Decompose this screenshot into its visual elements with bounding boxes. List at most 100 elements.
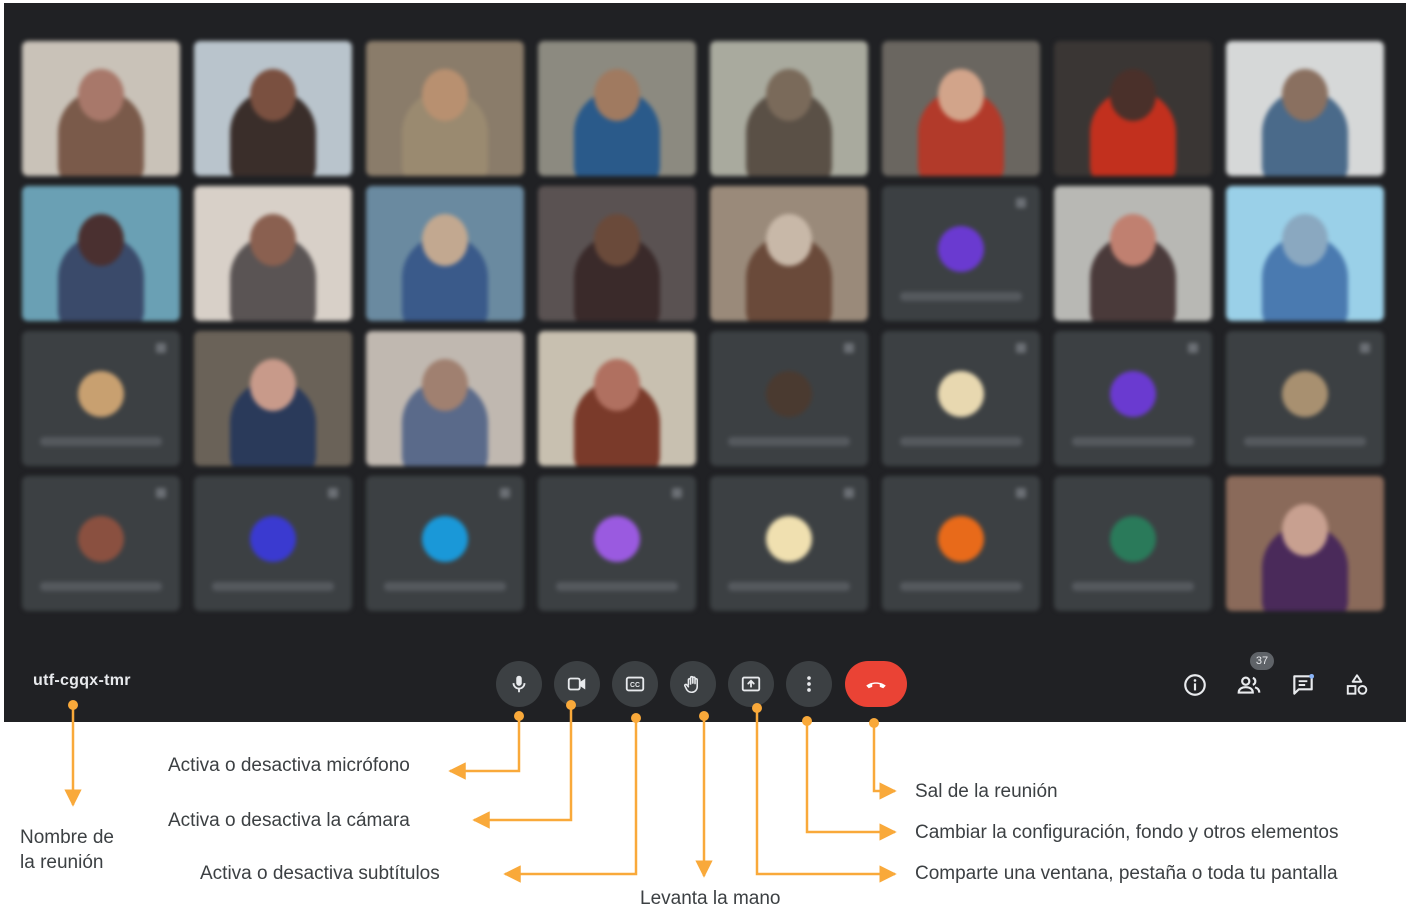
tile-options-icon[interactable]	[1016, 198, 1026, 208]
present-screen-icon	[741, 676, 761, 692]
participant-face	[1282, 69, 1328, 121]
participant-avatar	[250, 516, 296, 562]
participant-avatar	[78, 371, 124, 417]
participant-avatar	[1110, 516, 1156, 562]
participant-tile[interactable]	[22, 331, 180, 466]
captions-button[interactable]: CC	[612, 661, 658, 707]
participant-tile[interactable]	[366, 41, 524, 176]
participant-tile[interactable]	[194, 41, 352, 176]
participant-face	[766, 69, 812, 121]
participant-tile[interactable]	[538, 476, 696, 611]
participant-tile[interactable]	[1226, 476, 1384, 611]
participant-avatar	[1282, 371, 1328, 417]
annotation-leave: Sal de la reunión	[915, 781, 1058, 802]
video-grid	[22, 41, 1392, 621]
tile-options-icon[interactable]	[844, 343, 854, 353]
info-icon	[1184, 674, 1206, 696]
participant-tile[interactable]	[710, 331, 868, 466]
participant-avatar	[938, 371, 984, 417]
participant-tile[interactable]	[1054, 186, 1212, 321]
participant-tile[interactable]	[22, 41, 180, 176]
leave-call-button[interactable]	[845, 661, 907, 707]
annotation-captions: Activa o desactiva subtítulos	[200, 863, 440, 884]
participant-tile[interactable]	[538, 186, 696, 321]
tile-options-icon[interactable]	[844, 488, 854, 498]
participant-name-blurred	[40, 437, 162, 446]
meeting-details-button[interactable]	[1181, 671, 1209, 699]
participant-tile[interactable]	[194, 331, 352, 466]
annotation-raise-hand: Levanta la mano	[640, 888, 781, 909]
participant-tile[interactable]	[194, 186, 352, 321]
participant-tile[interactable]	[1226, 331, 1384, 466]
participant-face	[1282, 214, 1328, 266]
annotation-present: Comparte una ventana, pestaña o toda tu …	[915, 863, 1338, 884]
raise-hand-button[interactable]	[670, 661, 716, 707]
annotation-microphone: Activa o desactiva micrófono	[168, 755, 410, 776]
participant-name-blurred	[556, 582, 678, 591]
camera-button[interactable]	[554, 661, 600, 707]
tile-options-icon[interactable]	[1188, 343, 1198, 353]
participant-avatar	[422, 516, 468, 562]
participant-tile[interactable]	[882, 41, 1040, 176]
participants-button[interactable]	[1235, 671, 1263, 699]
present-screen-button[interactable]	[728, 661, 774, 707]
participant-face	[766, 214, 812, 266]
participant-face	[422, 69, 468, 121]
participant-name-blurred	[1072, 437, 1194, 446]
participant-tile[interactable]	[1226, 186, 1384, 321]
participant-tile[interactable]	[538, 41, 696, 176]
participant-avatar	[938, 516, 984, 562]
more-options-button[interactable]	[786, 661, 832, 707]
participant-name-blurred	[900, 582, 1022, 591]
participant-tile[interactable]	[1226, 41, 1384, 176]
participant-tile[interactable]	[366, 476, 524, 611]
participant-tile[interactable]	[22, 476, 180, 611]
tile-options-icon[interactable]	[156, 343, 166, 353]
more-vert-icon	[807, 676, 811, 692]
tile-options-icon[interactable]	[1360, 343, 1370, 353]
microphone-icon	[512, 675, 526, 693]
tile-options-icon[interactable]	[500, 488, 510, 498]
participant-tile[interactable]	[1054, 331, 1212, 466]
participant-tile[interactable]	[710, 41, 868, 176]
participant-name-blurred	[1244, 437, 1366, 446]
people-icon	[1237, 676, 1261, 694]
tile-options-icon[interactable]	[156, 488, 166, 498]
participant-tile[interactable]	[882, 331, 1040, 466]
participant-name-blurred	[40, 582, 162, 591]
tile-options-icon[interactable]	[328, 488, 338, 498]
participant-tile[interactable]	[22, 186, 180, 321]
participant-tile[interactable]	[538, 331, 696, 466]
participant-name-blurred	[728, 437, 850, 446]
tile-options-icon[interactable]	[1016, 343, 1026, 353]
video-camera-icon	[567, 677, 586, 691]
participant-face	[594, 214, 640, 266]
participant-tile[interactable]	[1054, 41, 1212, 176]
participant-name-blurred	[1072, 582, 1194, 591]
chat-icon	[1293, 673, 1315, 695]
chat-button[interactable]	[1289, 671, 1317, 699]
activities-button[interactable]	[1343, 671, 1371, 699]
meeting-code: utf-cgqx-tmr	[33, 672, 131, 689]
participant-tile[interactable]	[882, 476, 1040, 611]
participant-face	[594, 69, 640, 121]
participant-tile[interactable]	[366, 331, 524, 466]
participant-tile[interactable]	[1054, 476, 1212, 611]
participant-name-blurred	[900, 437, 1022, 446]
tile-options-icon[interactable]	[672, 488, 682, 498]
microphone-button[interactable]	[496, 661, 542, 707]
tile-options-icon[interactable]	[1016, 488, 1026, 498]
participant-avatar	[766, 516, 812, 562]
participant-tile[interactable]	[882, 186, 1040, 321]
participant-tile[interactable]	[194, 476, 352, 611]
participant-face	[250, 69, 296, 121]
participant-tile[interactable]	[366, 186, 524, 321]
annotation-camera: Activa o desactiva la cámara	[168, 810, 410, 831]
participant-name-blurred	[900, 292, 1022, 301]
participant-tile[interactable]	[710, 186, 868, 321]
phone-hangup-icon	[866, 682, 886, 689]
annotation-meeting-name: Nombre de la reunión	[20, 827, 114, 873]
participant-face	[938, 69, 984, 121]
participant-tile[interactable]	[710, 476, 868, 611]
hand-icon	[684, 675, 698, 694]
